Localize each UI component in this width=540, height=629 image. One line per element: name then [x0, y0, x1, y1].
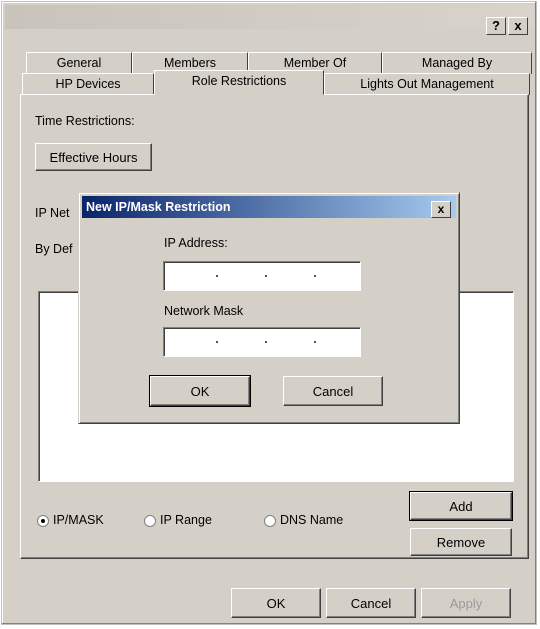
- radio-dns-name-label: DNS Name: [280, 513, 344, 527]
- radio-ip-range-label: IP Range: [160, 513, 212, 527]
- dialog-title: New IP/Mask Restriction: [82, 196, 456, 218]
- tab-general[interactable]: General: [26, 52, 132, 74]
- cancel-button[interactable]: Cancel: [326, 588, 416, 618]
- effective-hours-button[interactable]: Effective Hours: [35, 143, 152, 171]
- dialog-cancel-button[interactable]: Cancel: [283, 376, 383, 406]
- network-mask-label: Network Mask: [164, 304, 244, 318]
- dialog-close-button[interactable]: x: [431, 201, 451, 218]
- help-button[interactable]: ?: [486, 17, 506, 35]
- tab-lights-out-management[interactable]: Lights Out Management: [324, 73, 530, 95]
- dialog-ok-button[interactable]: OK: [149, 375, 251, 407]
- remove-button[interactable]: Remove: [410, 528, 512, 556]
- radio-ip-mask[interactable]: [37, 515, 49, 527]
- network-mask-input[interactable]: [163, 327, 361, 357]
- time-restrictions-label: Time Restrictions:: [35, 114, 135, 128]
- new-ip-mask-dialog: New IP/Mask Restriction x IP Address: Ne…: [78, 192, 460, 424]
- apply-button[interactable]: Apply: [421, 588, 511, 618]
- tab-hp-devices[interactable]: HP Devices: [22, 73, 154, 95]
- radio-ip-range[interactable]: [144, 515, 156, 527]
- by-default-label: By Def: [35, 242, 73, 256]
- tab-managed-by[interactable]: Managed By: [382, 52, 532, 74]
- radio-ip-mask-label: IP/MASK: [53, 513, 104, 527]
- tab-role-restrictions[interactable]: Role Restrictions: [154, 70, 324, 95]
- ok-button[interactable]: OK: [231, 588, 321, 618]
- window-titlebar: [5, 5, 535, 29]
- add-button[interactable]: Add: [409, 491, 513, 521]
- ip-address-label: IP Address:: [164, 236, 228, 250]
- ip-address-input[interactable]: [163, 261, 361, 291]
- radio-dns-name[interactable]: [264, 515, 276, 527]
- ip-network-label: IP Net: [35, 206, 70, 220]
- close-button[interactable]: x: [508, 17, 528, 35]
